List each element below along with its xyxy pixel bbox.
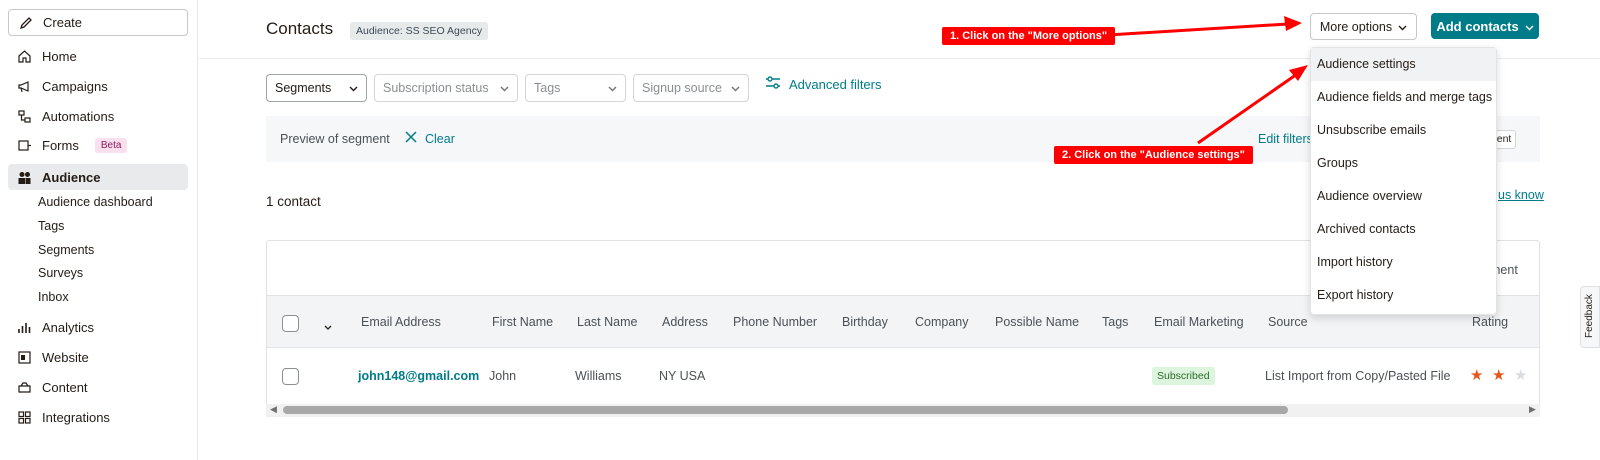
annotation-step-2: 2. Click on the "Audience settings" <box>1054 146 1253 164</box>
feedback-label: Feedback <box>1584 294 1595 338</box>
annotation-arrows <box>1107 16 1308 145</box>
annotation-step-1: 1. Click on the "More options" <box>942 27 1116 45</box>
